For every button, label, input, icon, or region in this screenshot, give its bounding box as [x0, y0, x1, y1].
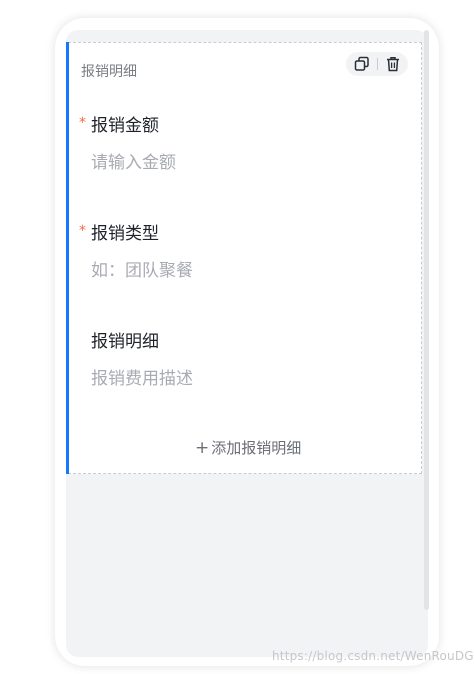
- type-input[interactable]: 如：团队聚餐: [91, 256, 193, 281]
- card-title: 报销明细: [81, 64, 137, 80]
- scrollbar[interactable]: [424, 30, 429, 610]
- required-marker: *: [79, 223, 86, 239]
- add-detail-label: 添加报销明细: [211, 439, 302, 457]
- add-detail-button[interactable]: + 添加报销明细: [195, 437, 301, 458]
- required-marker: *: [79, 115, 86, 131]
- detail-input[interactable]: 报销费用描述: [91, 364, 193, 389]
- watermark: https://blog.csdn.net/WenRouDG: [272, 649, 474, 663]
- plus-icon: +: [195, 438, 210, 458]
- field-label-type: 报销类型: [91, 224, 159, 244]
- card-accent-bar: [66, 42, 69, 474]
- trash-icon[interactable]: [384, 55, 402, 73]
- field-label-detail: 报销明细: [91, 332, 159, 352]
- copy-icon[interactable]: [353, 55, 371, 73]
- field-label-amount: 报销金额: [91, 116, 159, 136]
- action-divider: [377, 58, 378, 70]
- amount-input[interactable]: 请输入金额: [91, 148, 176, 173]
- card-actions: [346, 52, 408, 76]
